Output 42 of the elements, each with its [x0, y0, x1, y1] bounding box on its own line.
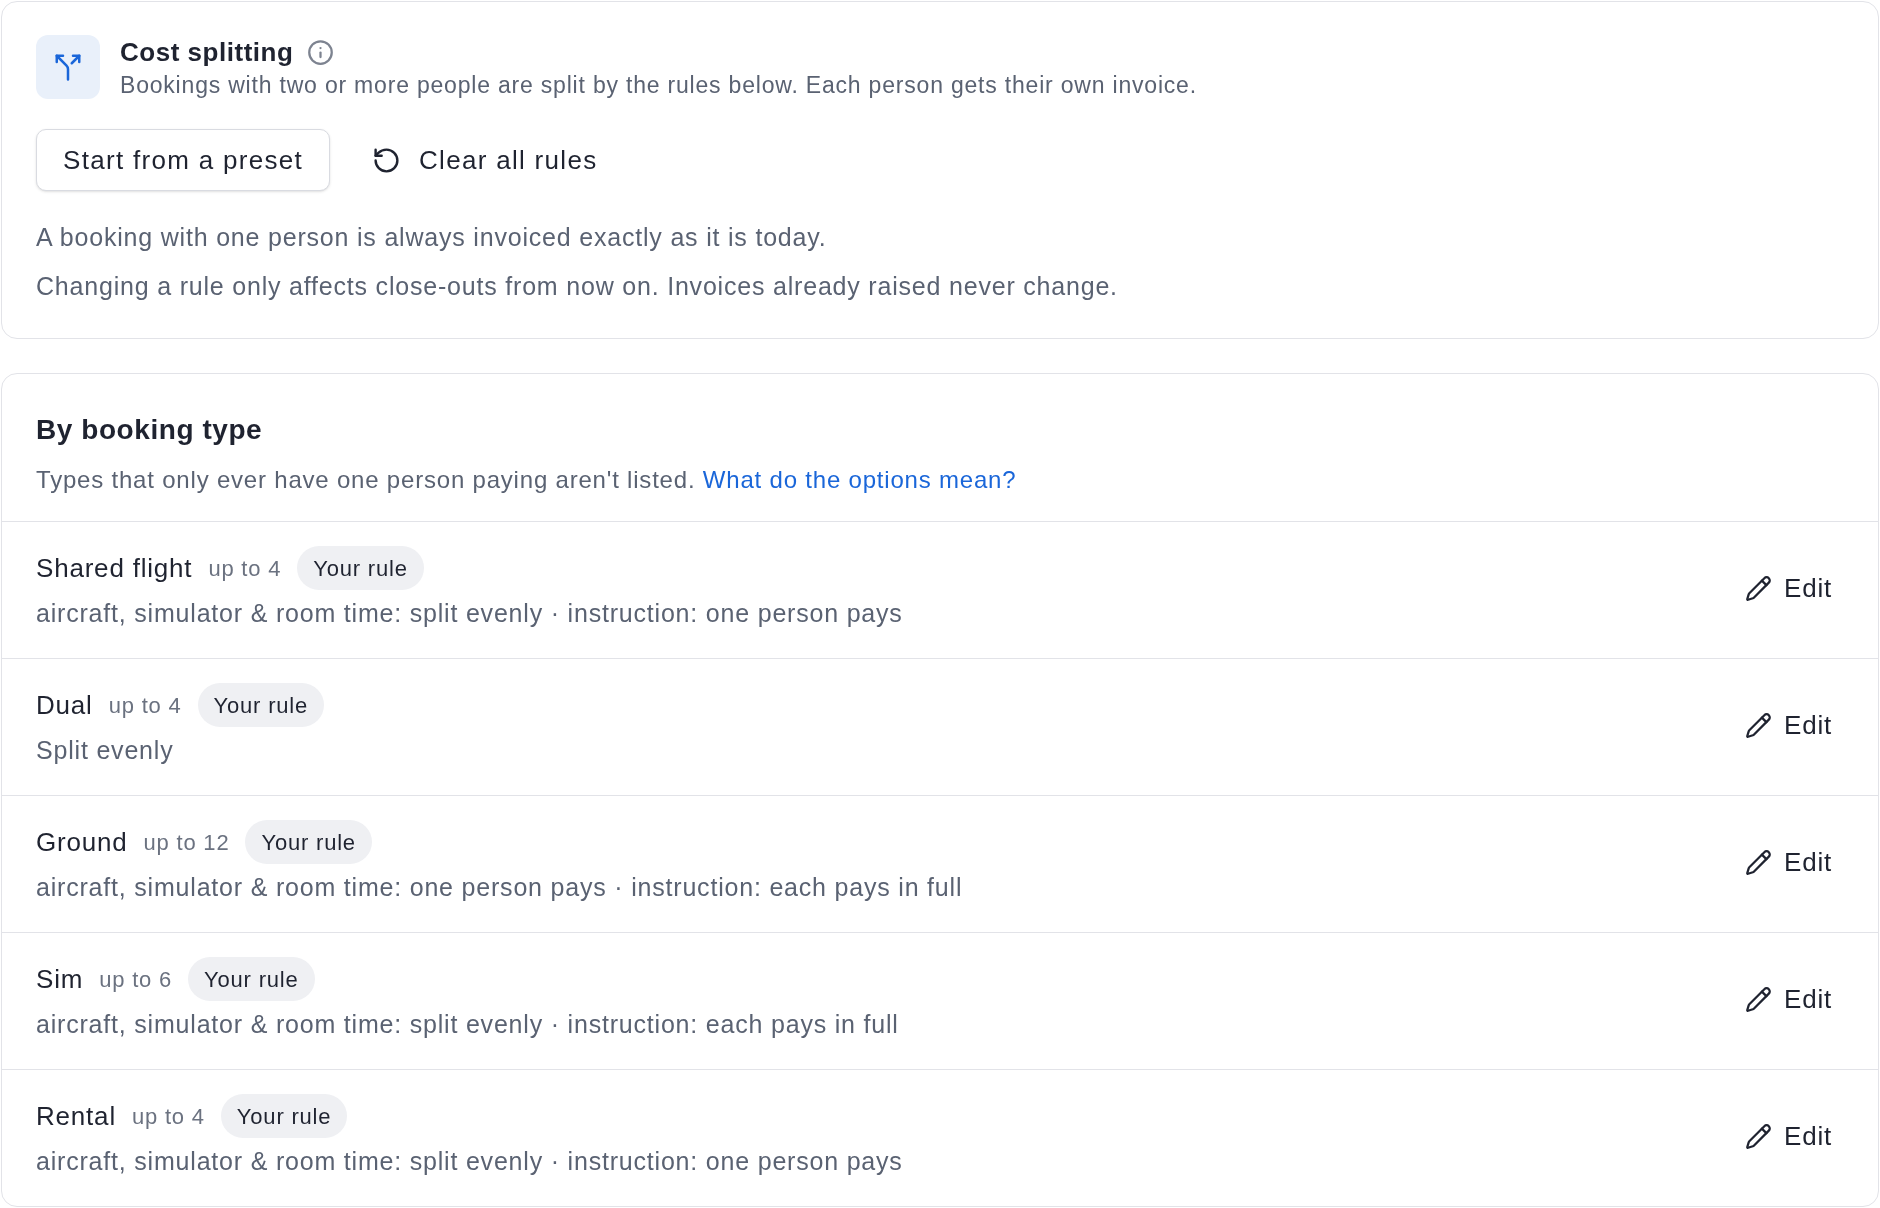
section-description: Bookings with two or more people are split by the rules below. Each person gets their own invoice. — [120, 71, 1197, 100]
capacity-label: up to 12 — [143, 828, 230, 857]
section-description: Types that only ever have one person paying aren't listed. What do the options mean? — [36, 465, 1018, 495]
rule-badge: Your rule — [197, 683, 325, 727]
rule-summary: Split evenly — [36, 735, 175, 766]
pencil-icon — [1745, 712, 1772, 739]
pencil-icon — [1745, 849, 1772, 876]
rule-summary: aircraft, simulator & room time: split evenly · instruction: one person pays — [36, 1146, 903, 1177]
rule-badge: Your rule — [188, 957, 315, 1001]
booking-type-name: Rental — [36, 1099, 116, 1133]
help-link[interactable]: What do the options mean? — [702, 466, 1017, 493]
capacity-label: up to 4 — [208, 554, 282, 583]
capacity-label: up to 6 — [99, 965, 173, 994]
capacity-label: up to 4 — [108, 691, 182, 720]
info-icon — [307, 38, 335, 66]
rule-badge: Your rule — [297, 546, 424, 590]
clear-rules-button[interactable]: Clear all rules — [356, 129, 614, 191]
edit-button[interactable]: Edit — [1735, 561, 1842, 616]
booking-type-name: Sim — [36, 962, 84, 996]
rule-summary: aircraft, simulator & room time: split evenly · instruction: each pays in full — [36, 1009, 899, 1040]
edit-button[interactable]: Edit — [1735, 1109, 1842, 1164]
booking-type-name: Ground — [36, 825, 128, 859]
rule-summary: aircraft, simulator & room time: split evenly · instruction: one person pays — [36, 598, 903, 629]
section-title: Cost splitting — [120, 36, 294, 69]
section-heading: By booking type — [36, 413, 264, 447]
split-arrows-icon — [36, 35, 100, 99]
rule-summary: aircraft, simulator & room time: one person pays · instruction: each pays in full — [36, 872, 963, 903]
edit-button[interactable]: Edit — [1735, 972, 1842, 1027]
rule-badge: Your rule — [245, 820, 372, 864]
note-text: A booking with one person is always invoiced exactly as it is today. — [36, 222, 828, 253]
booking-type-name: Shared flight — [36, 551, 193, 585]
edit-button[interactable]: Edit — [1735, 698, 1842, 753]
preset-button[interactable]: Start from a preset — [36, 129, 330, 191]
rule-badge: Your rule — [220, 1094, 348, 1138]
note-text: Changing a rule only affects close-outs from now on. Invoices already raised never change. — [36, 271, 1119, 302]
booking-type-name: Dual — [36, 688, 93, 722]
edit-button[interactable]: Edit — [1735, 835, 1842, 890]
pencil-icon — [1745, 986, 1772, 1013]
pencil-icon — [1745, 1123, 1772, 1150]
capacity-label: up to 4 — [131, 1102, 205, 1131]
pencil-icon — [1745, 575, 1772, 602]
reset-icon — [372, 145, 401, 175]
